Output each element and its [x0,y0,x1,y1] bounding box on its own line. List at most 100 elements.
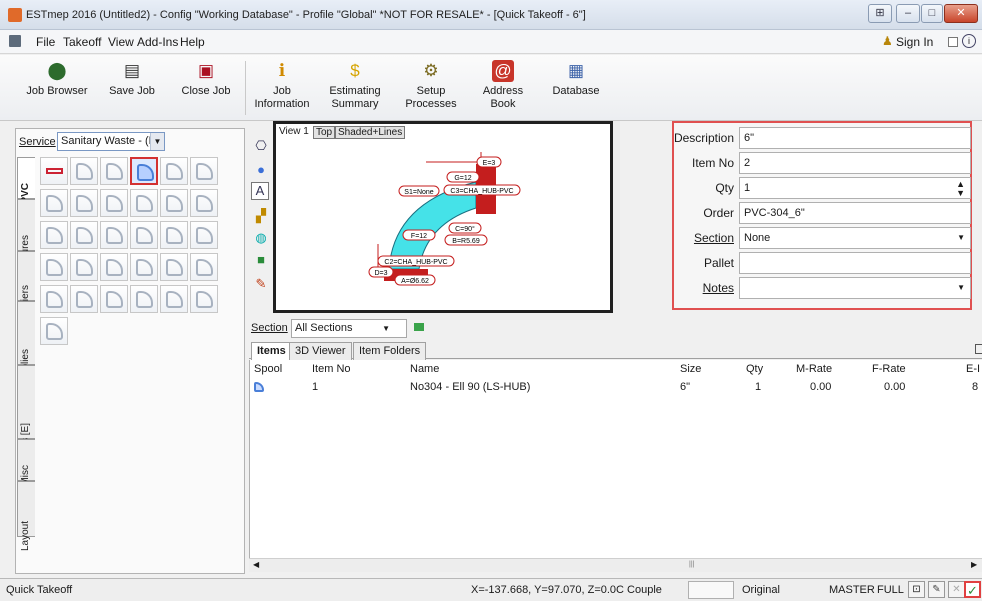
fitting-button[interactable] [160,285,188,313]
fitting-button[interactable] [190,221,218,249]
fitting-button[interactable] [160,157,188,185]
view-tool-5[interactable]: ◍ [251,228,271,248]
job-information-button[interactable]: ℹ Job Information [249,58,315,118]
estimating-summary-button[interactable]: $ Estimating Summary [322,58,388,118]
stepper-arrows-icon[interactable]: ▲ ▼ [956,180,965,198]
column-header-m-rate[interactable]: M-Rate [796,363,832,375]
fitting-button[interactable] [190,253,218,281]
view-tool-1[interactable]: ⎔ [251,136,271,156]
pencil-icon[interactable]: ✎ [928,581,945,598]
scroll-left-icon[interactable]: ◀ [253,560,259,569]
grid-options-icon[interactable] [975,344,982,354]
fitting-button[interactable] [190,189,218,217]
close-window-button[interactable]: ✕ [944,4,978,23]
tab-layout[interactable]: Layout [17,481,35,551]
text-tool[interactable]: A [251,182,269,200]
fitting-button[interactable] [70,253,98,281]
fitting-button[interactable] [160,189,188,217]
close-job-button[interactable]: ▣ Close Job [175,58,237,118]
tab-misc[interactable]: Misc [17,439,35,486]
job-browser-button[interactable]: ⬤ Job Browser [24,58,90,118]
fitting-button[interactable] [130,221,158,249]
menu-file[interactable]: File [36,35,55,49]
address-book-button[interactable]: @ Address Book [472,58,534,118]
menu-add-ins[interactable]: Add-Ins [137,35,178,49]
qty-stepper[interactable]: 1 ▲ ▼ [739,177,971,199]
view-tool-7[interactable]: ✎ [251,274,271,294]
fitting-button[interactable] [40,221,68,249]
fitting-button[interactable] [130,285,158,313]
fitting-button[interactable] [40,285,68,313]
app-menu-icon[interactable] [9,35,21,47]
setup-processes-button[interactable]: ⚙ Setup Processes [400,58,462,118]
layout-icon[interactable]: ⊡ [908,581,925,598]
order-field[interactable]: PVC-304_6" [739,202,971,224]
tab-carriers[interactable]: Carriers [17,251,35,321]
pallet-field[interactable] [739,252,971,274]
section-dropdown[interactable]: None ▼ [739,227,971,249]
service-dropdown[interactable]: Sanitary Waste - (P ▼ [57,132,165,151]
fitting-ell-90-selected[interactable] [130,157,158,185]
menu-view[interactable]: View [108,35,134,49]
horizontal-scrollbar[interactable]: ◀ ||| ▶ [249,558,982,572]
fitting-button[interactable] [160,253,188,281]
fitting-button[interactable] [190,285,218,313]
fitting-button[interactable] [100,221,128,249]
tab-supports[interactable]: Supports [E] [17,365,35,478]
scroll-right-icon[interactable]: ▶ [971,560,977,569]
column-header-name[interactable]: Name [410,363,439,375]
sign-in-link[interactable]: Sign In [896,35,933,49]
notes-label[interactable]: Notes [703,281,734,295]
confirm-check-icon[interactable]: ✓ [964,581,981,598]
menu-takeoff[interactable]: Takeoff [63,35,101,49]
section-label[interactable]: Section [694,231,734,245]
fitting-button[interactable] [40,317,68,345]
column-header-item-no[interactable]: Item No [312,363,351,375]
view-tool-2[interactable]: ● [251,160,271,180]
column-header-spool[interactable]: Spool [254,363,282,375]
fitting-button[interactable] [100,253,128,281]
column-header-qty[interactable]: Qty [746,363,763,375]
fitting-button[interactable] [70,285,98,313]
item-no-field[interactable]: 2 [739,152,971,174]
fitting-button[interactable] [40,189,68,217]
fitting-button[interactable] [70,189,98,217]
view-tool-6[interactable]: ■ [251,250,271,270]
section-filter-dropdown[interactable]: All Sections ▼ [291,319,407,338]
tab-pvc[interactable]: PVC [17,157,35,204]
column-header-e[interactable]: E-I [966,363,980,375]
sign-in-checkbox[interactable] [948,37,958,47]
database-button[interactable]: ▦ Database [546,58,606,118]
column-header-f-rate[interactable]: F-Rate [872,363,906,375]
tab-assemblies[interactable]: Assemblies [17,301,35,400]
section-filter-label[interactable]: Section [251,322,288,334]
fitting-button[interactable] [40,253,68,281]
fitting-button[interactable] [130,253,158,281]
tab-fixtures[interactable]: Fixtures [17,199,35,271]
description-field[interactable]: 6" [739,127,971,149]
scroll-thumb[interactable]: ||| [689,561,694,568]
fitting-button[interactable] [100,189,128,217]
view-tool-4[interactable]: ▞ [251,206,271,226]
minimize-button[interactable]: – [896,4,920,23]
column-header-size[interactable]: Size [680,363,701,375]
save-job-button[interactable]: ▤ Save Job [104,58,160,118]
fitting-button[interactable] [190,157,218,185]
menu-help[interactable]: Help [180,35,205,49]
fitting-button[interactable] [130,189,158,217]
notes-dropdown[interactable]: ▼ [739,277,971,299]
cancel-icon[interactable]: ✕ [948,581,965,598]
fitting-viewport[interactable]: View 1 Top Shaded+Lines E=3 G=12 S1=None… [273,121,613,313]
tab-item-folders[interactable]: Item Folders [353,342,427,360]
fitting-button[interactable] [70,221,98,249]
maximize-button[interactable]: □ [921,4,943,23]
tab-3d-viewer[interactable]: 3D Viewer [289,342,352,360]
fitting-button[interactable] [40,157,68,185]
fitting-button[interactable] [70,157,98,185]
info-icon[interactable]: i [962,34,976,48]
fitting-button[interactable] [100,285,128,313]
tab-items[interactable]: Items [251,342,292,361]
fitting-button[interactable] [160,221,188,249]
section-add-icon[interactable] [414,323,424,331]
restore-layout-button[interactable]: ⊞ [868,4,892,23]
